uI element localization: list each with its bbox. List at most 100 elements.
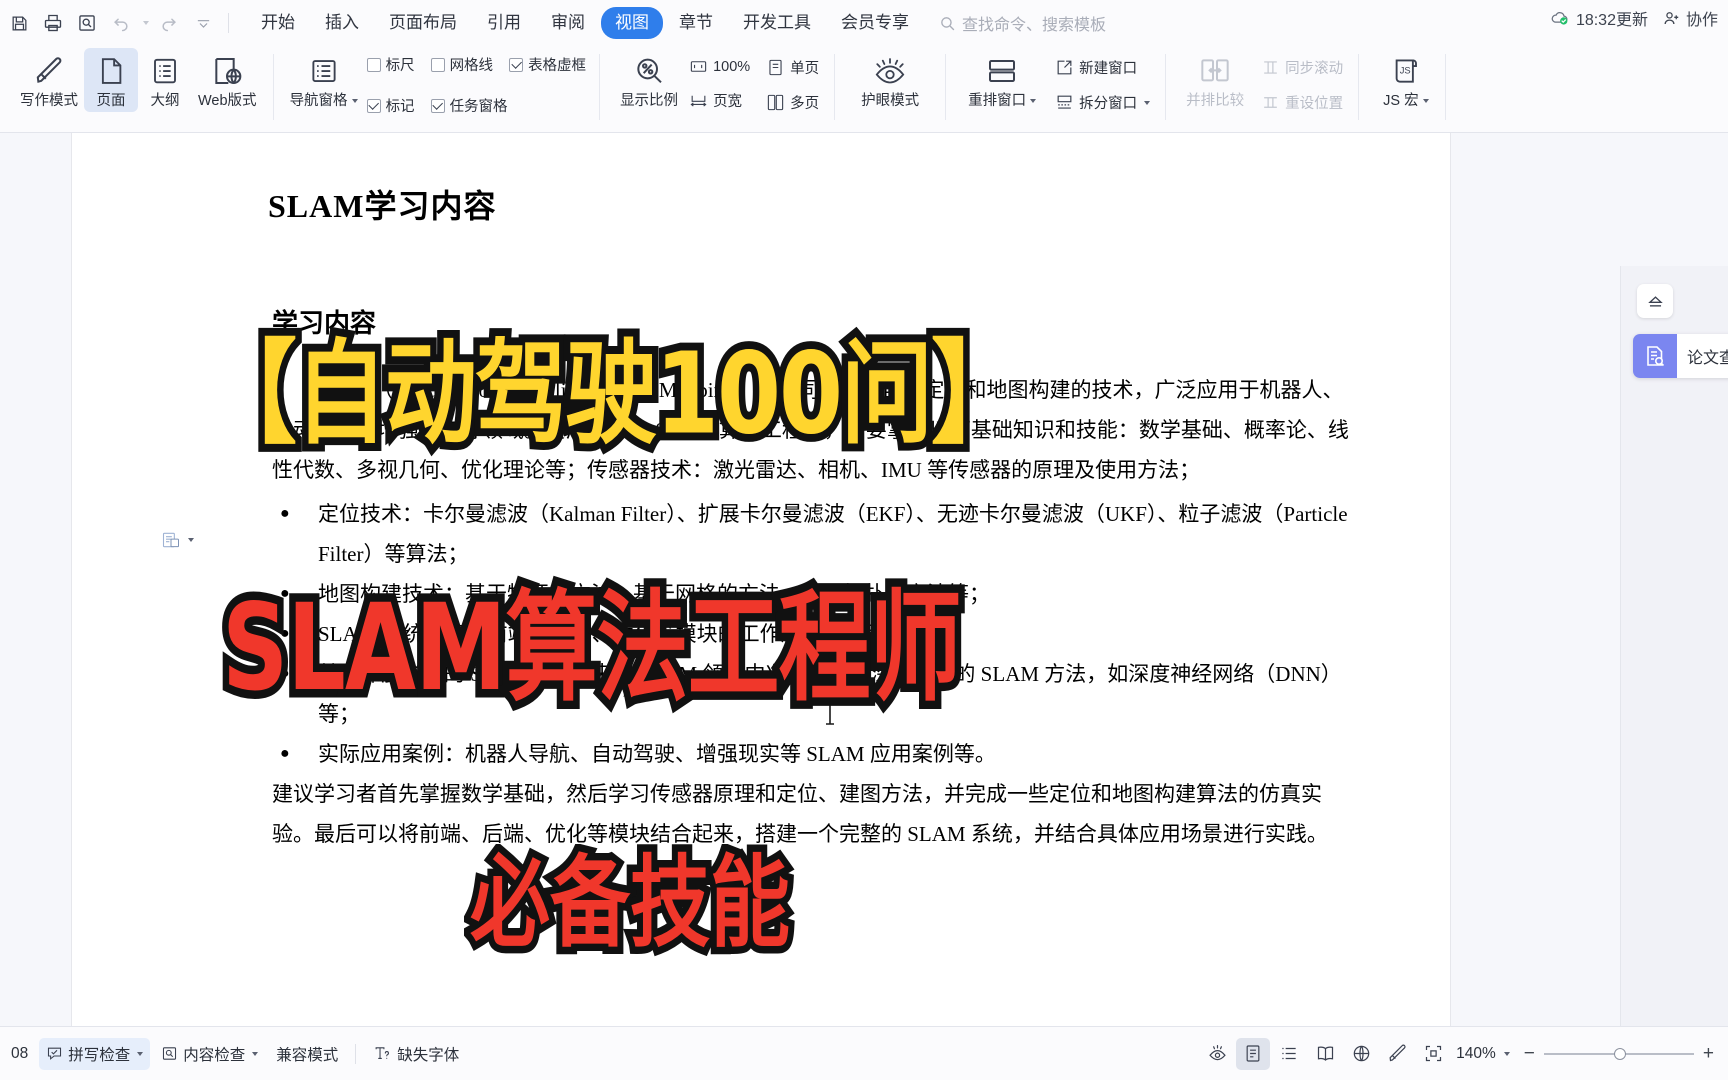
zoom-100-button[interactable]: 100% (684, 54, 755, 79)
customize-qat-icon[interactable] (186, 7, 220, 39)
view-mode-page[interactable]: 页面 (84, 48, 138, 112)
compatibility-mode[interactable]: 兼容模式 (269, 1038, 345, 1070)
web-view-icon[interactable] (1344, 1038, 1378, 1070)
list-item: 地图构建技术：基于特征的方法、基于网格的方法、基于拓扑的方法等； (272, 574, 1360, 614)
tab-member[interactable]: 会员专享 (827, 7, 923, 39)
toolbar-divider (228, 13, 229, 33)
tab-insert[interactable]: 插入 (311, 7, 373, 39)
chevron-down-icon[interactable] (252, 1051, 259, 1056)
page-view-icon[interactable] (1236, 1037, 1271, 1070)
single-page-icon (769, 59, 782, 76)
checkbox-table-gridlines-label: 表格虚框 (528, 58, 587, 74)
tab-page-layout[interactable]: 页面布局 (375, 7, 471, 39)
chevron-down-icon[interactable] (1144, 100, 1151, 105)
view-mode-writing[interactable]: 写作模式 (14, 48, 84, 112)
zoom-slider-track[interactable] (1543, 1047, 1694, 1060)
reading-view-icon[interactable] (1308, 1038, 1342, 1070)
checkbox-ruler[interactable]: 标尺 (364, 52, 418, 77)
eye-protect-label: 护眼模式 (861, 93, 920, 109)
group-divider (1444, 54, 1446, 120)
document-page[interactable]: SLAM学习内容 学习内容 SLAM（Simultaneous Localiza… (72, 133, 1450, 1026)
chevron-down-icon[interactable] (137, 1051, 144, 1056)
paper-check-card[interactable]: 论文查重 (1633, 334, 1728, 378)
single-page-label: 单页 (790, 61, 820, 77)
print-preview-icon[interactable] (70, 7, 104, 39)
zoom-slider[interactable]: − + (1524, 1043, 1714, 1065)
missing-font-button[interactable]: 缺失字体 (366, 1038, 466, 1070)
save-icon[interactable] (2, 7, 36, 39)
group-view-modes: 写作模式 页面 大纲 Web版式 (4, 46, 273, 132)
eye-protect-button[interactable]: 护眼模式 (855, 48, 925, 112)
paper-check-label: 论文查重 (1687, 350, 1728, 367)
checkbox-markup-box[interactable] (366, 98, 381, 113)
document-canvas[interactable]: SLAM学习内容 学习内容 SLAM（Simultaneous Localiza… (0, 133, 1728, 1026)
multi-page-button[interactable]: 多页 (761, 89, 824, 116)
undo-dropdown-icon[interactable] (138, 7, 152, 39)
checkbox-gridlines-box[interactable] (430, 57, 445, 72)
page-width-label: 页宽 (713, 94, 743, 110)
checkbox-table-gridlines[interactable]: 表格虚框 (506, 52, 589, 77)
checkbox-task-pane-box[interactable] (430, 98, 445, 113)
list-item: 定位技术：卡尔曼滤波（Kalman Filter）、扩展卡尔曼滤波（EKF）、无… (272, 494, 1360, 574)
chevron-down-icon[interactable] (1422, 99, 1429, 103)
reset-position-label: 重设位置 (1285, 96, 1344, 112)
outline-view-icon[interactable] (1272, 1038, 1306, 1070)
chevron-down-icon[interactable] (188, 538, 194, 542)
group-show-hide: 导航窗格 标尺 网格线 表格虚框 标记 任务窗格 (274, 46, 600, 132)
split-window-button[interactable]: 拆分窗口 (1050, 89, 1155, 116)
tab-review[interactable]: 审阅 (537, 7, 599, 39)
page-content[interactable]: SLAM学习内容 学习内容 SLAM（Simultaneous Localiza… (72, 133, 1450, 1026)
list-item: 基于深度学习的 SLAM：近年来在 SLAM 领域中兴起的基于深度学习的 SLA… (272, 654, 1360, 734)
word-count[interactable]: 08 (4, 1040, 35, 1068)
chevron-down-icon[interactable] (1030, 99, 1037, 103)
js-macro-button[interactable]: JS JS 宏 (1377, 48, 1434, 112)
tab-sections[interactable]: 章节 (665, 7, 727, 39)
tab-references[interactable]: 引用 (473, 7, 535, 39)
view-mode-web[interactable]: Web版式 (192, 48, 263, 112)
view-mode-outline[interactable]: 大纲 (138, 48, 192, 112)
rearrange-window-button[interactable]: 重排窗口 (962, 48, 1042, 112)
nav-pane-button[interactable]: 导航窗格 (284, 48, 364, 112)
eject-icon (1647, 295, 1663, 307)
rail-collapse-button[interactable] (1637, 284, 1673, 318)
checkbox-table-gridlines-box[interactable] (509, 57, 524, 72)
eye-protect-icon[interactable] (1200, 1038, 1234, 1070)
tab-start[interactable]: 开始 (247, 7, 309, 39)
single-page-button[interactable]: 单页 (761, 54, 824, 81)
print-icon[interactable] (36, 7, 70, 39)
zoom-slider-knob[interactable] (1613, 1047, 1626, 1060)
tab-view[interactable]: 视图 (601, 7, 663, 39)
fullscreen-icon[interactable] (1416, 1038, 1450, 1070)
checkbox-ruler-box[interactable] (366, 57, 381, 72)
compatibility-mode-label: 兼容模式 (276, 1046, 339, 1064)
document-heading: 学习内容 (272, 309, 377, 338)
checkbox-markup[interactable]: 标记 (364, 93, 418, 118)
display-ratio-button[interactable]: 显示比例 (614, 48, 684, 112)
js-macro-label: JS 宏 (1383, 93, 1419, 109)
collaborate-button[interactable]: 协作 (1662, 6, 1718, 30)
zoom-level-label[interactable]: 140% (1452, 1045, 1500, 1063)
search-command-box[interactable]: 查找命令、搜索模板 (939, 11, 1106, 35)
sync-scroll-button: 同步滚动 (1256, 54, 1348, 81)
paste-options-button[interactable] (160, 530, 194, 550)
chevron-down-icon[interactable] (351, 99, 358, 103)
chevron-down-icon[interactable] (1503, 1051, 1510, 1056)
redo-icon[interactable] (152, 7, 186, 39)
undo-icon[interactable] (104, 7, 138, 39)
cloud-sync-status[interactable]: 18:32更新 (1550, 6, 1648, 30)
writing-view-icon[interactable] (1380, 1038, 1414, 1070)
checkbox-gridlines[interactable]: 网格线 (428, 52, 497, 77)
spell-check-button[interactable]: 拼写检查 (39, 1037, 151, 1070)
checkbox-task-pane[interactable]: 任务窗格 (428, 93, 511, 118)
new-window-button[interactable]: 新建窗口 (1050, 54, 1155, 81)
tab-developer[interactable]: 开发工具 (729, 7, 825, 39)
view-mode-outline-label: 大纲 (150, 93, 180, 109)
group-compare: 并排比较 同步滚动 重设位置 (1166, 46, 1358, 132)
web-layout-icon (211, 52, 243, 90)
zoom-percent-icon (633, 52, 665, 90)
add-user-icon (1664, 11, 1679, 24)
content-check-button[interactable]: 内容检查 (154, 1038, 265, 1070)
zoom-in-button[interactable]: + (1703, 1043, 1714, 1065)
page-width-button[interactable]: 页宽 (684, 87, 755, 114)
zoom-out-button[interactable]: − (1524, 1043, 1535, 1065)
